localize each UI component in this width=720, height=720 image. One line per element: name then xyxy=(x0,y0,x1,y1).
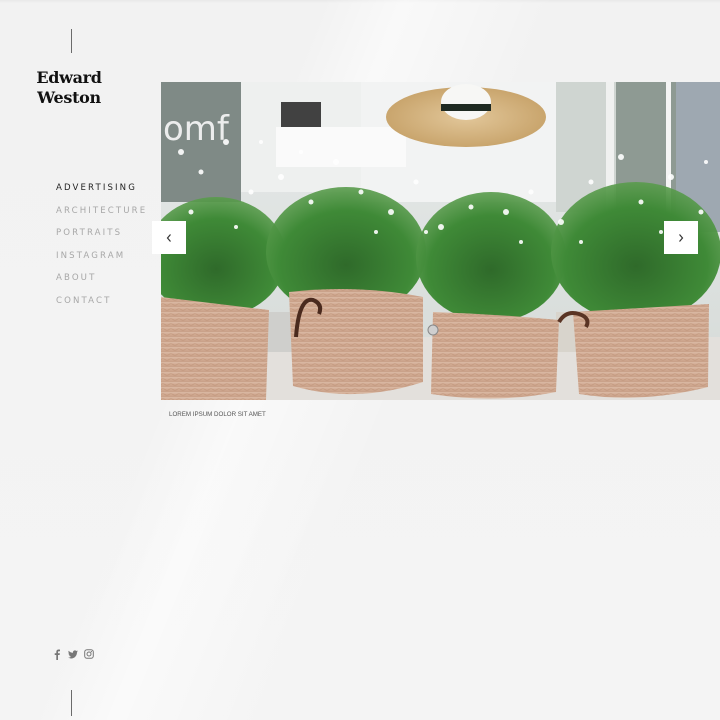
bottom-divider xyxy=(71,690,72,716)
slider-next-button[interactable] xyxy=(664,221,698,254)
instagram-icon xyxy=(84,649,94,659)
nav-item-architecture[interactable]: ARCHITECTURE xyxy=(56,205,147,228)
main-navigation: ADVERTISING ARCHITECTURE PORTRAITS INSTA… xyxy=(56,182,147,318)
nav-item-advertising[interactable]: ADVERTISING xyxy=(56,182,147,205)
nav-item-contact[interactable]: CONTACT xyxy=(56,295,147,318)
logo-last-name: Weston xyxy=(37,88,101,107)
twitter-link[interactable] xyxy=(68,648,78,660)
chevron-left-icon xyxy=(166,233,171,242)
nav-item-about[interactable]: ABOUT xyxy=(56,272,147,295)
top-divider xyxy=(71,29,72,53)
slide-image: omf xyxy=(161,82,720,400)
site-logo[interactable]: Edward Weston xyxy=(30,68,108,108)
chevron-right-icon xyxy=(679,233,684,242)
social-links xyxy=(52,648,94,660)
image-slider: omf xyxy=(161,82,720,400)
twitter-icon xyxy=(68,649,78,658)
logo-first-name: Edward xyxy=(36,68,102,87)
nav-item-portraits[interactable]: PORTRAITS xyxy=(56,227,147,250)
slider-prev-button[interactable] xyxy=(152,221,186,254)
facebook-icon xyxy=(54,649,60,660)
nav-item-instagram[interactable]: INSTAGRAM xyxy=(56,250,147,273)
slide-caption: LOREM IPSUM DOLOR SIT AMET xyxy=(169,411,266,418)
facebook-link[interactable] xyxy=(52,648,62,660)
svg-text:omf: omf xyxy=(163,109,230,149)
instagram-link[interactable] xyxy=(84,648,94,660)
